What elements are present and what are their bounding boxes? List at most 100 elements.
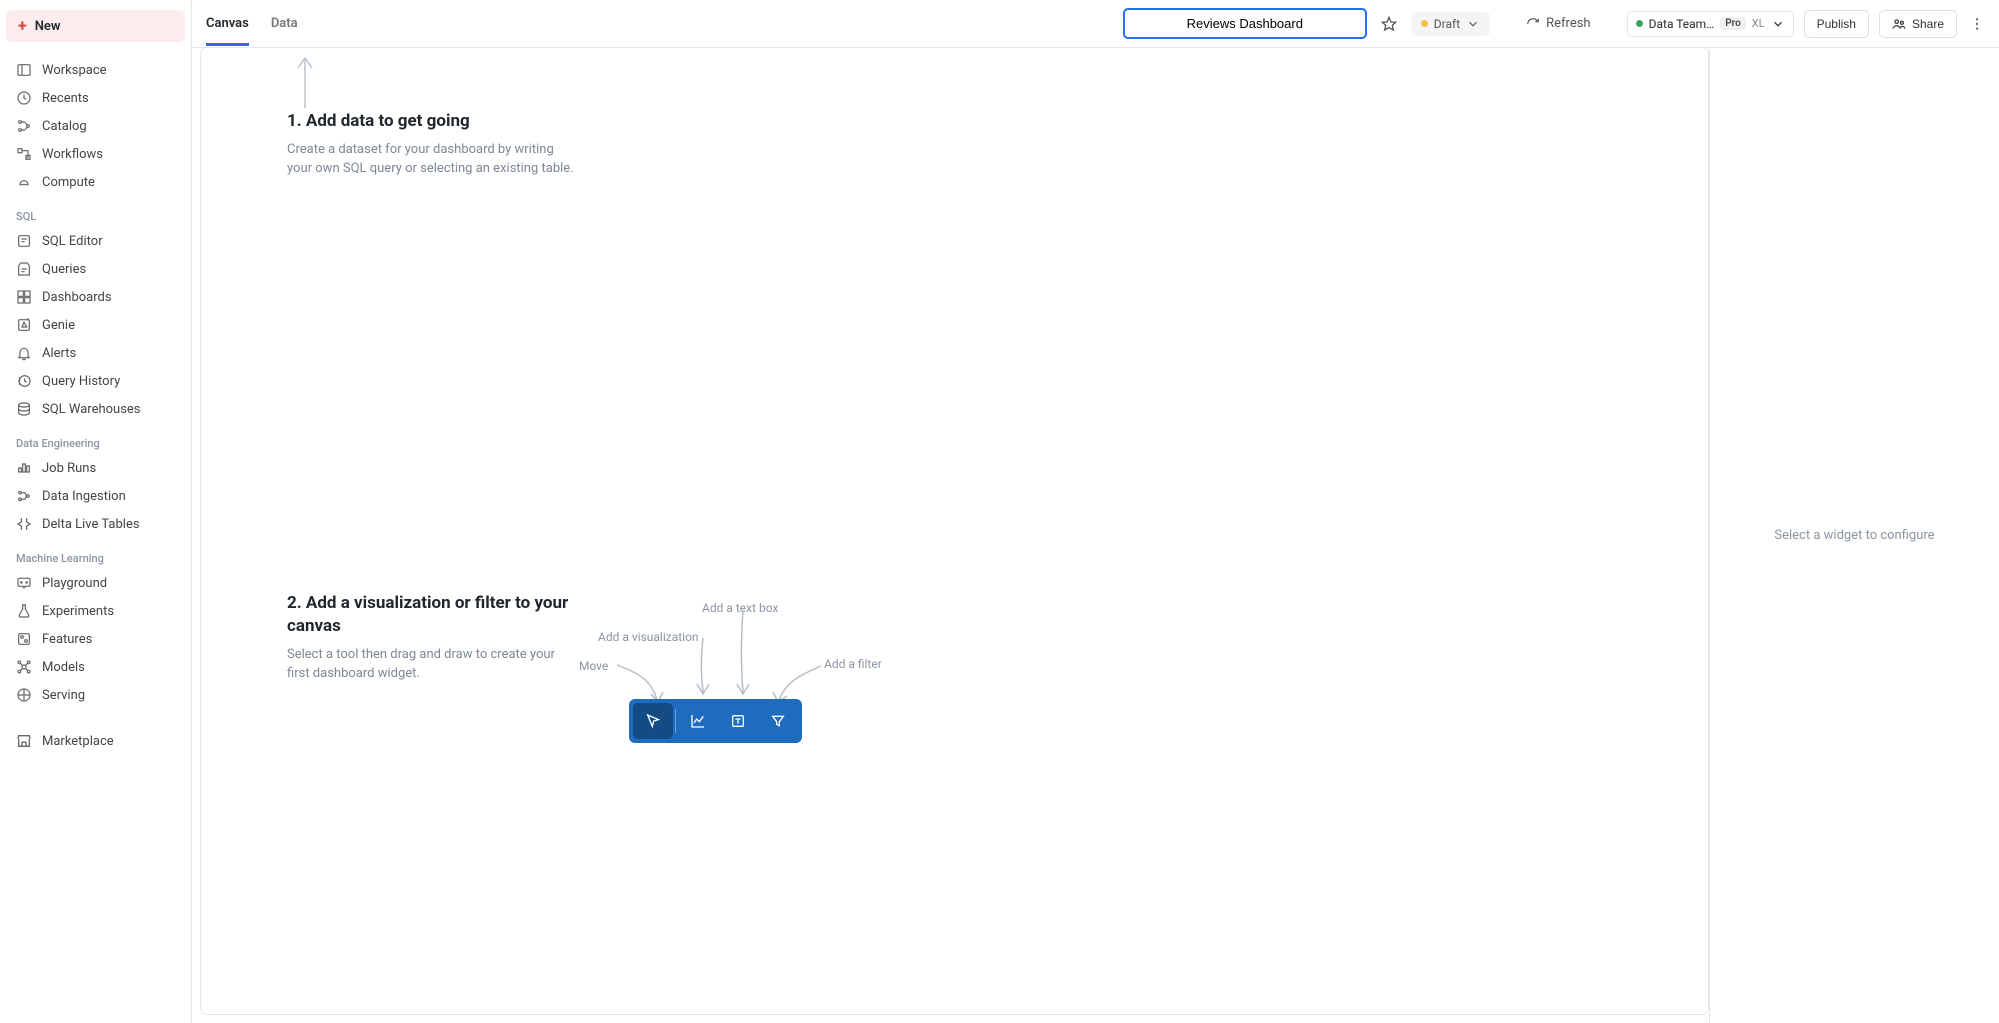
sidebar-item-features[interactable]: Features	[6, 625, 185, 653]
pro-badge: Pro	[1720, 17, 1746, 30]
sidebar-item-serving[interactable]: Serving	[6, 681, 185, 709]
label: Dashboards	[42, 290, 112, 305]
label: Marketplace	[42, 734, 114, 749]
sidebar-item-experiments[interactable]: Experiments	[6, 597, 185, 625]
status-dropdown[interactable]: Draft	[1411, 12, 1490, 36]
sidebar-item-workspace[interactable]: Workspace	[6, 56, 185, 84]
dashboard-title-input[interactable]	[1123, 8, 1367, 39]
step1-title: 1. Add data to get going	[287, 110, 577, 133]
label: Serving	[42, 688, 85, 703]
label: Workspace	[42, 63, 107, 78]
dashboards-icon	[16, 289, 32, 305]
canvas-toolbar	[629, 699, 802, 743]
tab-data[interactable]: Data	[271, 2, 298, 46]
workflows-icon	[16, 146, 32, 162]
chevron-down-icon	[1466, 17, 1480, 31]
workspace-icon	[16, 62, 32, 78]
step2-title: 2. Add a visualization or filter to your…	[287, 592, 577, 638]
sidebar-section-header: Machine Learning	[6, 538, 185, 569]
label: SQL Editor	[42, 234, 103, 249]
sidebar-item-query-history[interactable]: Query History	[6, 367, 185, 395]
share-button[interactable]: Share	[1879, 10, 1957, 38]
sidebar-item-playground[interactable]: Playground	[6, 569, 185, 597]
sidebar-section-header: SQL	[6, 196, 185, 227]
sidebar-item-dashboards[interactable]: Dashboards	[6, 283, 185, 311]
chart-icon	[690, 713, 706, 729]
config-panel: Select a widget to configure	[1709, 48, 1999, 1023]
sidebar-item-data-ingestion[interactable]: Data Ingestion	[6, 482, 185, 510]
jobruns-icon	[16, 460, 32, 476]
ingestion-icon	[16, 488, 32, 504]
compute-name: Data Team…	[1649, 17, 1715, 31]
status-dot-icon	[1421, 20, 1428, 27]
favorite-button[interactable]	[1377, 12, 1401, 36]
label: Features	[42, 632, 92, 647]
tab-canvas[interactable]: Canvas	[206, 2, 249, 46]
tool-add-filter[interactable]	[758, 703, 798, 739]
sidebar-item-sql-warehouses[interactable]: SQL Warehouses	[6, 395, 185, 423]
sidebar-item-alerts[interactable]: Alerts	[6, 339, 185, 367]
kebab-icon	[1969, 16, 1985, 32]
star-icon	[1381, 16, 1397, 32]
sidebar-item-models[interactable]: Models	[6, 653, 185, 681]
label: Genie	[42, 318, 75, 333]
text-box-icon	[730, 713, 746, 729]
sidebar-item-marketplace[interactable]: Marketplace	[6, 727, 185, 755]
sidebar-item-genie[interactable]: Genie	[6, 311, 185, 339]
plus-icon: +	[18, 18, 27, 34]
cursor-icon	[645, 713, 661, 729]
warehouses-icon	[16, 401, 32, 417]
catalog-icon	[16, 118, 32, 134]
label: Compute	[42, 175, 95, 190]
sidebar-item-recents[interactable]: Recents	[6, 84, 185, 112]
compute-selector[interactable]: Data Team… Pro XL	[1627, 11, 1794, 37]
dlt-icon	[16, 516, 32, 532]
label: Catalog	[42, 119, 87, 134]
label: Query History	[42, 374, 120, 389]
tool-add-visualization[interactable]	[678, 703, 718, 739]
models-icon	[16, 659, 32, 675]
arrow-up-icon	[293, 54, 317, 110]
alerts-icon	[16, 345, 32, 361]
recents-icon	[16, 90, 32, 106]
step1-body: Create a dataset for your dashboard by w…	[287, 141, 577, 179]
sidebar-main: Workspace Recents Catalog Workflows Compute	[6, 56, 185, 196]
refresh-icon	[1526, 17, 1540, 31]
new-button-label: New	[35, 19, 61, 34]
sidebar-item-compute[interactable]: Compute	[6, 168, 185, 196]
sidebar-item-queries[interactable]: Queries	[6, 255, 185, 283]
label: Experiments	[42, 604, 114, 619]
tool-add-text[interactable]	[718, 703, 758, 739]
workspace: 1. Add data to get going Create a datase…	[192, 48, 1999, 1023]
compute-size: XL	[1752, 17, 1765, 30]
status-label: Draft	[1434, 17, 1460, 31]
label: Playground	[42, 576, 107, 591]
people-icon	[1892, 17, 1906, 31]
label: Job Runs	[42, 461, 96, 476]
sidebar-item-delta-live-tables[interactable]: Delta Live Tables	[6, 510, 185, 538]
sidebar-item-workflows[interactable]: Workflows	[6, 140, 185, 168]
experiments-icon	[16, 603, 32, 619]
label: Alerts	[42, 346, 76, 361]
publish-button[interactable]: Publish	[1804, 10, 1869, 38]
status-green-icon	[1636, 20, 1643, 27]
label: Models	[42, 660, 85, 675]
sqleditor-icon	[16, 233, 32, 249]
topbar: Canvas Data Draft Refresh Data Team… Pro…	[192, 0, 1999, 48]
sidebar-item-sql-editor[interactable]: SQL Editor	[6, 227, 185, 255]
sidebar-item-catalog[interactable]: Catalog	[6, 112, 185, 140]
chevron-down-icon	[1771, 17, 1785, 31]
step2-body: Select a tool then drag and draw to crea…	[287, 646, 577, 684]
sidebar-item-job-runs[interactable]: Job Runs	[6, 454, 185, 482]
tool-move[interactable]	[633, 703, 673, 739]
label: SQL Warehouses	[42, 402, 141, 417]
queryhistory-icon	[16, 373, 32, 389]
new-button[interactable]: + New	[6, 10, 185, 42]
refresh-button[interactable]: Refresh	[1526, 16, 1590, 31]
label: Workflows	[42, 147, 103, 162]
arrow-curve-icon	[693, 636, 713, 698]
serving-icon	[16, 687, 32, 703]
more-menu-button[interactable]	[1967, 16, 1987, 32]
canvas-card[interactable]: 1. Add data to get going Create a datase…	[200, 47, 1709, 1015]
compute-icon	[16, 174, 32, 190]
